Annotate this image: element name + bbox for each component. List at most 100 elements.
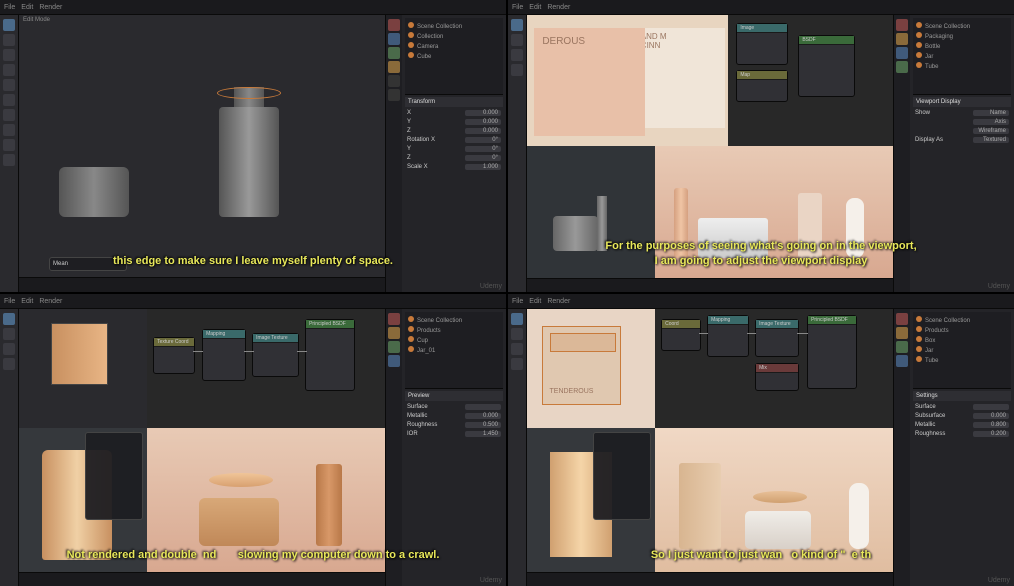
- tab-material[interactable]: [896, 61, 908, 73]
- tab-object[interactable]: [896, 327, 908, 339]
- timeline[interactable]: [527, 278, 893, 292]
- tab-object[interactable]: [388, 327, 400, 339]
- tab-render[interactable]: [388, 313, 400, 325]
- product-tube: [849, 483, 869, 549]
- tab-object[interactable]: [896, 33, 908, 45]
- node-mapping[interactable]: Mapping: [707, 315, 749, 357]
- tab-texture[interactable]: [896, 355, 908, 367]
- tab-render[interactable]: [388, 19, 400, 31]
- tool-loop[interactable]: [3, 139, 15, 151]
- texture-preview[interactable]: [51, 323, 108, 385]
- tab-material[interactable]: [388, 89, 400, 101]
- uv-editor[interactable]: [19, 309, 147, 428]
- node-texcoord[interactable]: Texture Coord: [153, 337, 195, 374]
- tool-scale[interactable]: [511, 358, 523, 370]
- outliner[interactable]: Scene Collection Products Cup Jar_01: [405, 312, 503, 389]
- tab-modifier[interactable]: [896, 47, 908, 59]
- tab-object[interactable]: [388, 61, 400, 73]
- tool-rotate[interactable]: [3, 343, 15, 355]
- outliner-item: Cube: [408, 51, 500, 61]
- tool-rotate[interactable]: [511, 49, 523, 61]
- menubar[interactable]: File Edit Render: [0, 0, 506, 15]
- menu-file[interactable]: File: [512, 4, 523, 11]
- tool-move[interactable]: [3, 328, 15, 340]
- prop-row: X0.000: [405, 109, 503, 117]
- menubar[interactable]: File Edit Render: [0, 294, 506, 309]
- mesh-jar[interactable]: [59, 167, 129, 217]
- node-texcoord[interactable]: Coord: [661, 319, 701, 351]
- tab-scene[interactable]: [388, 47, 400, 59]
- tool-select[interactable]: [511, 19, 523, 31]
- viewport-3d[interactable]: [527, 428, 655, 571]
- menubar[interactable]: File Edit Render: [508, 294, 1014, 309]
- node-mapping[interactable]: Mapping: [202, 329, 246, 381]
- tab-output[interactable]: [388, 33, 400, 45]
- timeline[interactable]: [19, 572, 385, 586]
- tool-move[interactable]: [511, 328, 523, 340]
- outliner[interactable]: Scene Collection Products Box Jar Tube: [913, 312, 1011, 389]
- tool-knife[interactable]: [3, 154, 15, 166]
- tool-select[interactable]: [511, 313, 523, 325]
- timeline[interactable]: [527, 572, 893, 586]
- props-panel: Scene Collection Collection Camera Cube …: [402, 15, 506, 292]
- tool-rotate[interactable]: [511, 343, 523, 355]
- tool-scale[interactable]: [3, 358, 15, 370]
- props-panel: Scene Collection Packaging Bottle Jar Tu…: [910, 15, 1014, 292]
- tab-texture[interactable]: [388, 355, 400, 367]
- menu-edit[interactable]: Edit: [21, 4, 33, 11]
- tool-extrude[interactable]: [3, 94, 15, 106]
- node-mapping[interactable]: Map: [736, 70, 788, 102]
- mesh-cylinder[interactable]: [219, 107, 279, 217]
- tab-render[interactable]: [896, 19, 908, 31]
- menu-render[interactable]: Render: [547, 4, 570, 11]
- node-image[interactable]: Image Texture: [252, 333, 299, 377]
- menubar[interactable]: File Edit Render: [508, 0, 1014, 15]
- n-panel[interactable]: [85, 432, 143, 520]
- node-image[interactable]: Image: [736, 23, 788, 65]
- outliner-item: Camera: [408, 41, 500, 51]
- node-bsdf[interactable]: BSDF: [798, 35, 855, 97]
- tool-scale[interactable]: [511, 64, 523, 76]
- menu-render[interactable]: Render: [39, 4, 62, 11]
- outliner-item: Scene Collection: [408, 21, 500, 31]
- node-image[interactable]: Image Texture: [755, 319, 799, 357]
- outliner[interactable]: Scene Collection Packaging Bottle Jar Tu…: [913, 18, 1011, 95]
- tool-select[interactable]: [3, 19, 15, 31]
- menu-edit[interactable]: Edit: [529, 4, 541, 11]
- section-header[interactable]: Settings: [913, 391, 1011, 401]
- prop-row: Scale X1.000: [405, 163, 503, 171]
- node-bsdf[interactable]: Principled BSDF: [305, 319, 355, 391]
- tool-scale[interactable]: [3, 79, 15, 91]
- node-mix[interactable]: Mix: [755, 363, 799, 391]
- prop-row: Z0°: [405, 154, 503, 162]
- node-editor[interactable]: Texture Coord Mapping Image Texture Prin…: [147, 309, 385, 428]
- section-header[interactable]: Viewport Display: [913, 97, 1011, 107]
- product-box: [679, 463, 721, 549]
- tool-rotate[interactable]: [3, 64, 15, 76]
- tool-move[interactable]: [3, 49, 15, 61]
- tab-material[interactable]: [388, 341, 400, 353]
- section-header[interactable]: Preview: [405, 391, 503, 401]
- viewport-3d[interactable]: Edit Mode Mean: [19, 15, 385, 277]
- tool-bevel[interactable]: [3, 124, 15, 136]
- uv-editor[interactable]: AND M CINN DEROUS Image Map BSDF: [527, 15, 893, 146]
- tool-move[interactable]: [511, 34, 523, 46]
- tool-select[interactable]: [3, 313, 15, 325]
- tool-cursor[interactable]: [3, 34, 15, 46]
- node-bsdf[interactable]: Principled BSDF: [807, 315, 857, 389]
- edge-selection[interactable]: [217, 87, 281, 99]
- menu-file[interactable]: File: [4, 4, 15, 11]
- tab-render[interactable]: [896, 313, 908, 325]
- tool-inset[interactable]: [3, 109, 15, 121]
- node-editor[interactable]: Coord Mapping Image Texture Mix Principl…: [655, 309, 893, 428]
- tab-modifier[interactable]: [388, 75, 400, 87]
- outliner[interactable]: Scene Collection Collection Camera Cube: [405, 18, 503, 95]
- uv-editor[interactable]: TENDEROUS: [527, 309, 655, 428]
- product-lid: [209, 473, 273, 487]
- tab-material[interactable]: [896, 341, 908, 353]
- subtitle: For the purposes of seeing what's going …: [605, 239, 916, 268]
- section-header[interactable]: Transform: [405, 97, 503, 107]
- timeline[interactable]: [19, 277, 385, 292]
- outliner-item: Collection: [408, 31, 500, 41]
- n-panel[interactable]: [593, 432, 651, 520]
